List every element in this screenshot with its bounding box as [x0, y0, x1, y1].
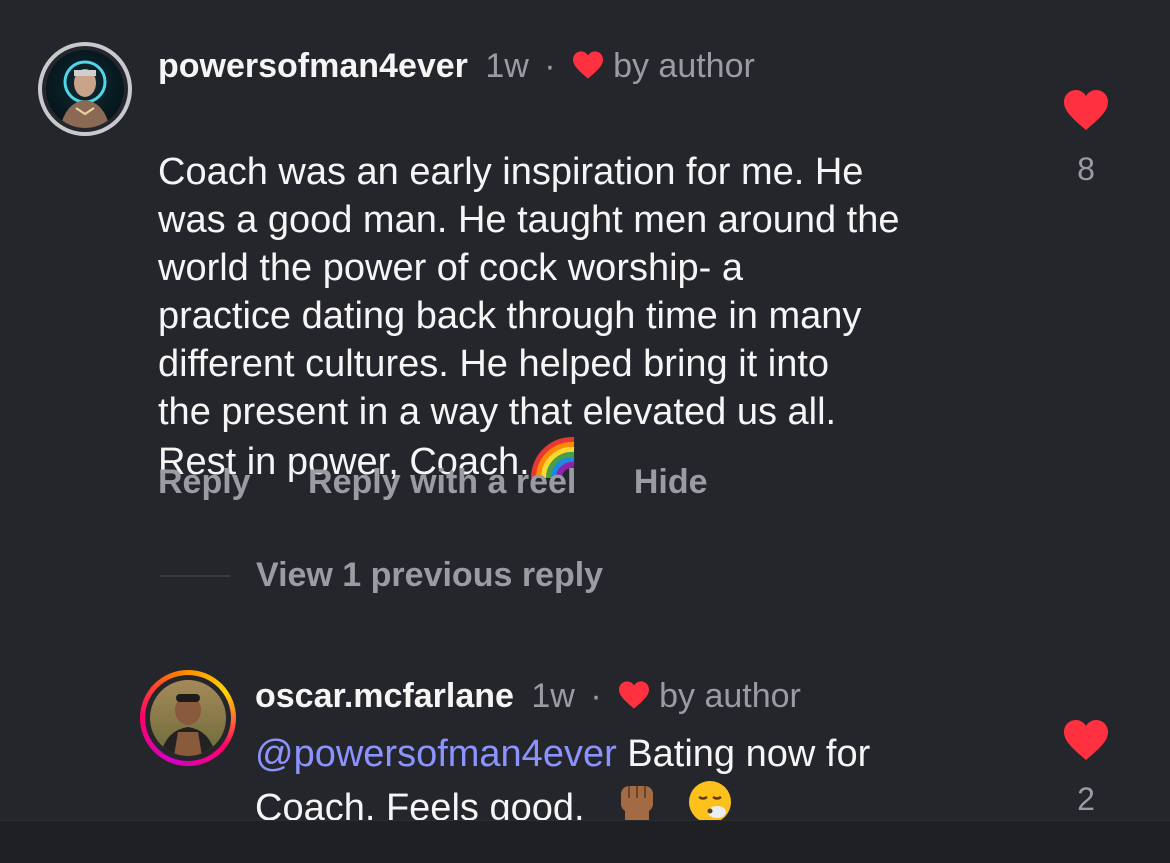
heart-icon [619, 681, 650, 709]
comment-body-1: Bating now for [616, 733, 871, 775]
comment-line-1: @powersofman4ever Bating now for [255, 730, 1055, 778]
like-heart-icon[interactable] [1061, 718, 1111, 762]
comment-header: oscar.mcfarlane 1w · by author [255, 676, 801, 716]
comment-body-2: Coach. Feels good. [255, 787, 585, 820]
like-count: 2 [1077, 781, 1095, 817]
avatar-image [160, 694, 216, 756]
comment-age: 1w [531, 677, 575, 715]
comments-panel: powersofman4ever 1w · by author Coach wa… [0, 0, 1170, 820]
separator-dot: · [590, 677, 602, 715]
comment-2: oscar.mcfarlane 1w · by author @powersof… [0, 0, 1170, 820]
avatar[interactable] [150, 680, 226, 756]
like-column: 2 [1058, 718, 1114, 818]
face-exhaling-emoji [688, 781, 731, 820]
comment-text: @powersofman4ever Bating now for Coach. … [255, 730, 1055, 820]
mention-link[interactable]: @powersofman4ever [255, 733, 617, 775]
liked-by-author: by author [659, 677, 801, 715]
comment-line-2: Coach. Feels good. [255, 778, 1055, 820]
raised-fist-emoji [621, 786, 654, 820]
bottom-bar [0, 820, 1170, 863]
username[interactable]: oscar.mcfarlane [255, 677, 514, 715]
